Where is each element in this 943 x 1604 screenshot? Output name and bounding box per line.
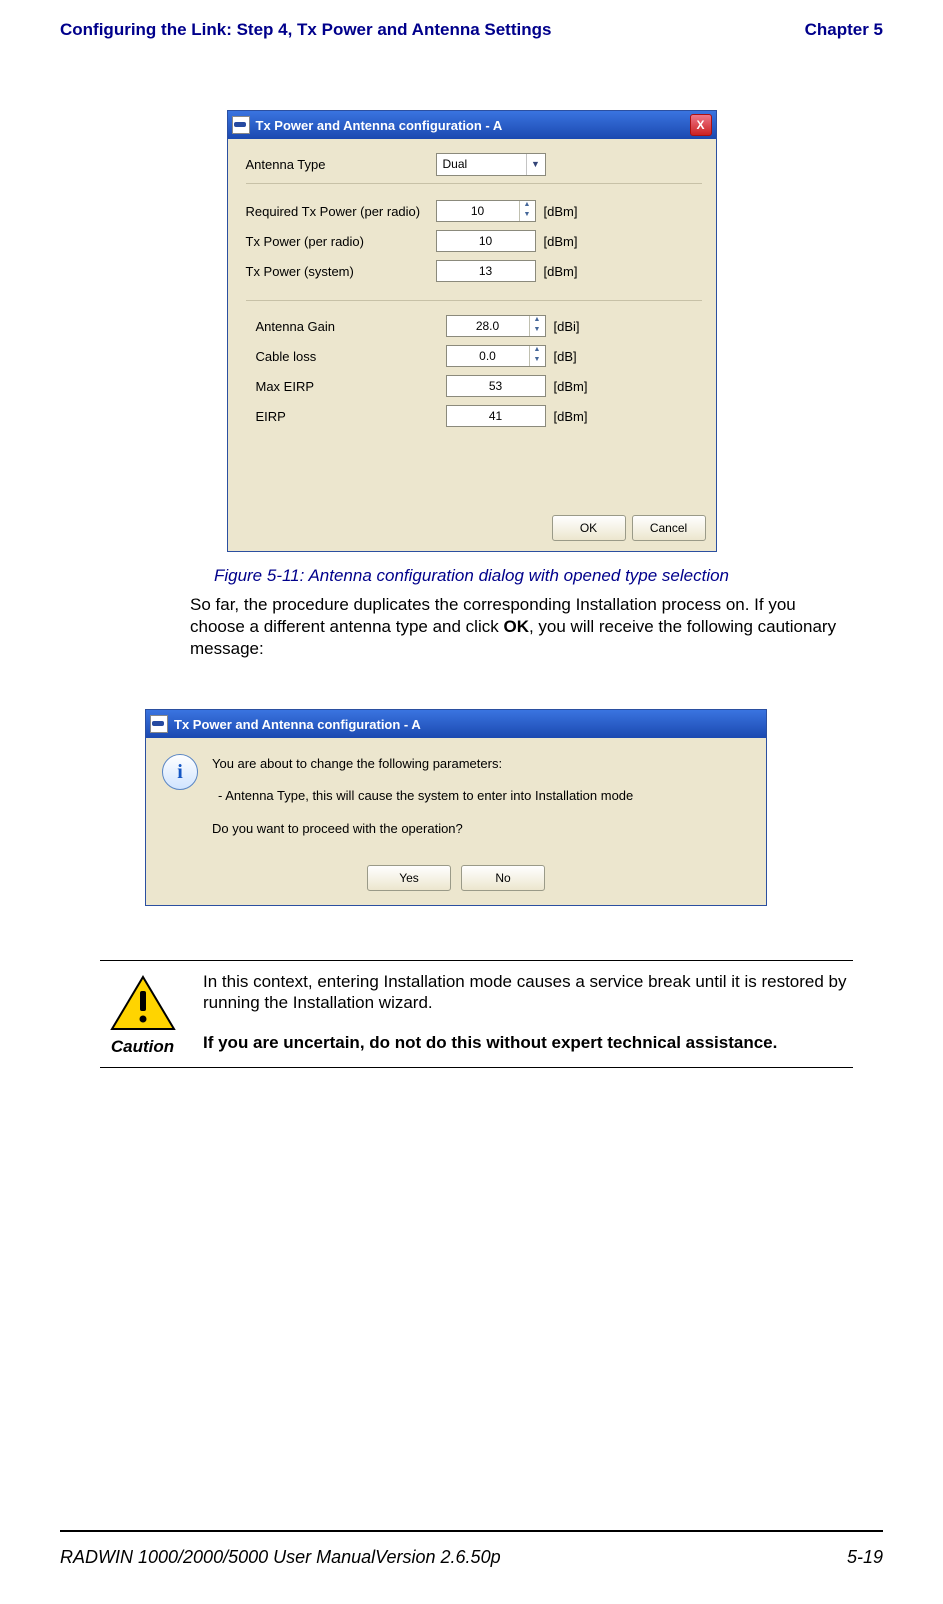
eirp-label: EIRP (246, 409, 446, 424)
app-icon (232, 116, 250, 134)
antenna-type-label: Antenna Type (246, 157, 436, 172)
spin-down-icon[interactable]: ▼ (529, 356, 545, 366)
cable-loss-label: Cable loss (246, 349, 446, 364)
tx-power-system-label: Tx Power (system) (246, 264, 436, 279)
dialog-tx-power: Tx Power and Antenna configuration - A X… (227, 110, 717, 552)
antenna-gain-label: Antenna Gain (246, 319, 446, 334)
window-title: Tx Power and Antenna configuration - A (256, 118, 690, 133)
chevron-down-icon[interactable]: ▼ (526, 154, 545, 175)
window-title: Tx Power and Antenna configuration - A (174, 717, 762, 732)
body-paragraph: So far, the procedure duplicates the cor… (190, 594, 853, 659)
ok-button[interactable]: OK (552, 515, 626, 541)
unit: [dBm] (554, 379, 588, 394)
antenna-type-combo[interactable]: Dual ▼ (436, 153, 546, 176)
unit: [dBm] (544, 204, 578, 219)
divider (246, 300, 702, 301)
footer-right: 5-19 (847, 1547, 883, 1568)
tx-power-radio-label: Tx Power (per radio) (246, 234, 436, 249)
confirm-line-2: - Antenna Type, this will cause the syst… (212, 786, 750, 806)
antenna-gain-spin[interactable]: 28.0 ▲▼ (446, 315, 546, 337)
confirm-line-1: You are about to change the following pa… (212, 754, 750, 774)
yes-button[interactable]: Yes (367, 865, 451, 891)
app-icon (150, 715, 168, 733)
max-eirp-label: Max EIRP (246, 379, 446, 394)
req-tx-power-label: Required Tx Power (per radio) (246, 204, 436, 219)
no-button[interactable]: No (461, 865, 545, 891)
header-left: Configuring the Link: Step 4, Tx Power a… (60, 20, 551, 40)
titlebar: Tx Power and Antenna configuration - A (146, 710, 766, 738)
caution-label: Caution (111, 1037, 174, 1057)
antenna-type-value: Dual (437, 157, 526, 171)
caution-text: In this context, entering Installation m… (203, 972, 847, 1013)
tx-power-radio-value: 10 (436, 230, 536, 252)
antenna-gain-value: 28.0 (447, 316, 529, 336)
close-icon[interactable]: X (690, 114, 712, 136)
figure-caption: Figure 5-11: Antenna configuration dialo… (120, 566, 823, 586)
spin-down-icon[interactable]: ▼ (529, 326, 545, 336)
spin-up-icon[interactable]: ▲ (519, 201, 535, 211)
unit: [dBi] (554, 319, 580, 334)
spin-down-icon[interactable]: ▼ (519, 211, 535, 221)
dialog-confirm: Tx Power and Antenna configuration - A i… (145, 709, 767, 905)
spin-up-icon[interactable]: ▲ (529, 346, 545, 356)
caution-block: Caution In this context, entering Instal… (100, 960, 853, 1068)
divider (246, 183, 702, 184)
cable-loss-spin[interactable]: 0.0 ▲▼ (446, 345, 546, 367)
cable-loss-value: 0.0 (447, 346, 529, 366)
header-right: Chapter 5 (805, 20, 883, 40)
max-eirp-value: 53 (446, 375, 546, 397)
req-tx-power-value: 10 (437, 201, 519, 221)
footer-rule (60, 1530, 883, 1532)
tx-power-system-value: 13 (436, 260, 536, 282)
confirm-line-3: Do you want to proceed with the operatio… (212, 819, 750, 839)
cancel-button[interactable]: Cancel (632, 515, 706, 541)
para-bold: OK (503, 617, 529, 636)
eirp-value: 41 (446, 405, 546, 427)
req-tx-power-spin[interactable]: 10 ▲▼ (436, 200, 536, 222)
titlebar: Tx Power and Antenna configuration - A X (228, 111, 716, 139)
caution-bold: If you are uncertain, do not do this wit… (203, 1032, 853, 1054)
unit: [dBm] (544, 234, 578, 249)
unit: [dBm] (544, 264, 578, 279)
info-icon: i (162, 754, 198, 790)
spin-up-icon[interactable]: ▲ (529, 316, 545, 326)
unit: [dB] (554, 349, 577, 364)
unit: [dBm] (554, 409, 588, 424)
footer-left: RADWIN 1000/2000/5000 User ManualVersion… (60, 1547, 501, 1568)
warning-icon (110, 975, 176, 1031)
